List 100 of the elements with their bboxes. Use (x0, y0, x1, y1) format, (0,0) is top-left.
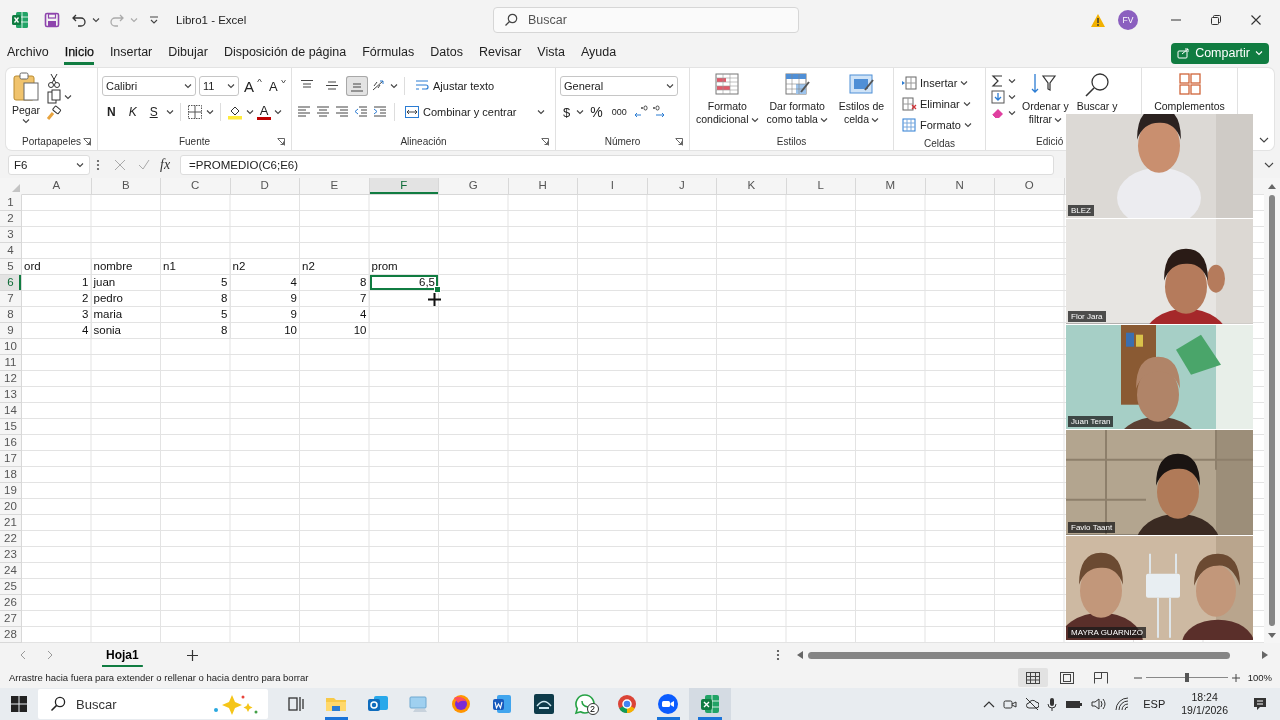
caret-icon[interactable] (22, 117, 30, 125)
chevron-up-icon[interactable] (983, 700, 996, 708)
row-header[interactable]: 4 (0, 243, 22, 259)
scroll-right-icon[interactable] (46, 650, 54, 660)
windows-start-icon[interactable] (10, 695, 28, 713)
row-header[interactable]: 16 (0, 435, 22, 451)
borders-icon[interactable] (186, 104, 203, 120)
copy-icon[interactable] (46, 89, 63, 105)
insert-cells-button[interactable]: Insertar (898, 73, 975, 93)
undo-icon[interactable] (71, 12, 87, 28)
format-cells-button[interactable]: Formato (898, 115, 975, 135)
taskbar-button[interactable]: 2 (564, 688, 606, 720)
italic-button[interactable]: K (123, 103, 142, 121)
clock-date[interactable]: 19/1/2026 (1181, 704, 1228, 717)
increase-decimal-icon[interactable] (632, 104, 649, 120)
normal-view-button[interactable] (1017, 668, 1048, 687)
fill-handle[interactable] (434, 286, 441, 293)
clock-time[interactable]: 18:24 (1191, 691, 1218, 704)
row-header[interactable]: 14 (0, 403, 22, 419)
caret-icon[interactable] (390, 82, 398, 90)
name-box[interactable]: F6 (8, 155, 90, 175)
menu-tab[interactable]: Vista (531, 41, 571, 65)
share-button[interactable]: Compartir (1171, 42, 1269, 64)
row-header[interactable]: 25 (0, 579, 22, 595)
caret-icon[interactable] (165, 108, 174, 116)
format-painter-icon[interactable] (46, 105, 63, 121)
caret-icon[interactable] (960, 79, 969, 87)
row-header[interactable]: 9 (0, 323, 22, 339)
column-header[interactable]: J (647, 178, 717, 195)
font-color-button[interactable]: A (256, 104, 272, 120)
row-header[interactable]: 28 (0, 627, 22, 643)
cloud-off-icon[interactable] (1025, 697, 1040, 711)
caret-icon[interactable] (819, 115, 828, 124)
merge-center-button[interactable]: Combinar y centrar (401, 102, 548, 122)
menu-tab[interactable]: Dibujar (162, 41, 214, 65)
menu-tab[interactable]: Ayuda (574, 41, 623, 65)
decrease-indent-icon[interactable] (353, 104, 369, 120)
cell-style-button[interactable]: Estilos de celda (833, 71, 889, 126)
column-header[interactable]: D (230, 178, 300, 195)
caret-icon[interactable] (64, 93, 73, 101)
add-ins-button[interactable]: Complementos (1146, 71, 1233, 113)
dialog-launcher-icon[interactable] (675, 138, 683, 146)
warning-icon[interactable] (1090, 12, 1106, 28)
bold-button[interactable]: N (102, 103, 121, 121)
restore-icon[interactable] (1211, 15, 1221, 25)
row-header[interactable]: 6 (0, 275, 22, 291)
align-center-icon[interactable] (315, 104, 331, 120)
align-right-icon[interactable] (334, 104, 350, 120)
row-header[interactable]: 7 (0, 291, 22, 307)
battery-icon[interactable] (1065, 698, 1084, 710)
table-style-button[interactable]: Dar formato como tabla (764, 71, 830, 126)
caret-icon[interactable] (184, 82, 192, 90)
row-header[interactable]: 22 (0, 531, 22, 547)
fill-down-icon[interactable] (990, 89, 1006, 105)
zoom-slider[interactable] (1145, 673, 1228, 682)
number-format-field[interactable]: General (560, 76, 678, 96)
slider-thumb[interactable] (1184, 673, 1189, 682)
caret-icon[interactable] (245, 108, 254, 116)
underline-button[interactable]: S (144, 103, 163, 121)
row-header[interactable]: 18 (0, 467, 22, 483)
column-header[interactable]: H (508, 178, 578, 195)
grow-font-button[interactable]: A (242, 77, 264, 95)
row-header[interactable]: 21 (0, 515, 22, 531)
caret-icon[interactable] (205, 108, 214, 116)
caret-icon[interactable] (274, 108, 283, 116)
menu-tab[interactable]: Insertar (103, 41, 159, 65)
avatar[interactable]: FV (1118, 10, 1138, 30)
caret-icon[interactable] (227, 82, 235, 90)
row-header[interactable]: 13 (0, 387, 22, 403)
customize-icon[interactable] (149, 15, 159, 25)
row-header[interactable]: 15 (0, 419, 22, 435)
expand-icon[interactable] (1264, 161, 1274, 169)
caret-icon[interactable] (92, 16, 100, 24)
caret-icon[interactable] (1054, 115, 1062, 124)
row-header[interactable]: 2 (0, 211, 22, 227)
camera-icon[interactable] (1003, 697, 1018, 711)
shrink-font-button[interactable]: A (267, 78, 288, 94)
column-header[interactable]: E (300, 178, 370, 195)
row-header[interactable]: 26 (0, 595, 22, 611)
row-header[interactable]: 10 (0, 339, 22, 355)
more-icon[interactable] (775, 649, 780, 661)
row-header[interactable]: 23 (0, 547, 22, 563)
column-header[interactable]: L (786, 178, 856, 195)
row-header[interactable]: 5 (0, 259, 22, 275)
currency-button[interactable]: $ (560, 102, 574, 122)
column-header[interactable]: N (925, 178, 995, 195)
speaker-icon[interactable] (1091, 697, 1108, 711)
dialog-launcher-icon[interactable] (541, 138, 549, 146)
thousands-button[interactable]: 000 (608, 105, 630, 119)
ribbon-options-icon[interactable] (1259, 136, 1269, 144)
conditional-style-button[interactable]: Formato condicional (694, 71, 761, 126)
row-header[interactable]: 24 (0, 563, 22, 579)
dialog-launcher-icon[interactable] (277, 138, 285, 146)
column-header[interactable]: O (995, 178, 1065, 195)
align-left-icon[interactable] (296, 104, 312, 120)
column-header[interactable]: A (22, 178, 92, 195)
paste-button[interactable]: Pegar (10, 71, 43, 125)
dialog-launcher-icon[interactable] (83, 138, 91, 146)
taskbar-search-field[interactable]: Buscar (38, 689, 268, 719)
font-name-field[interactable]: Calibri (102, 76, 196, 96)
